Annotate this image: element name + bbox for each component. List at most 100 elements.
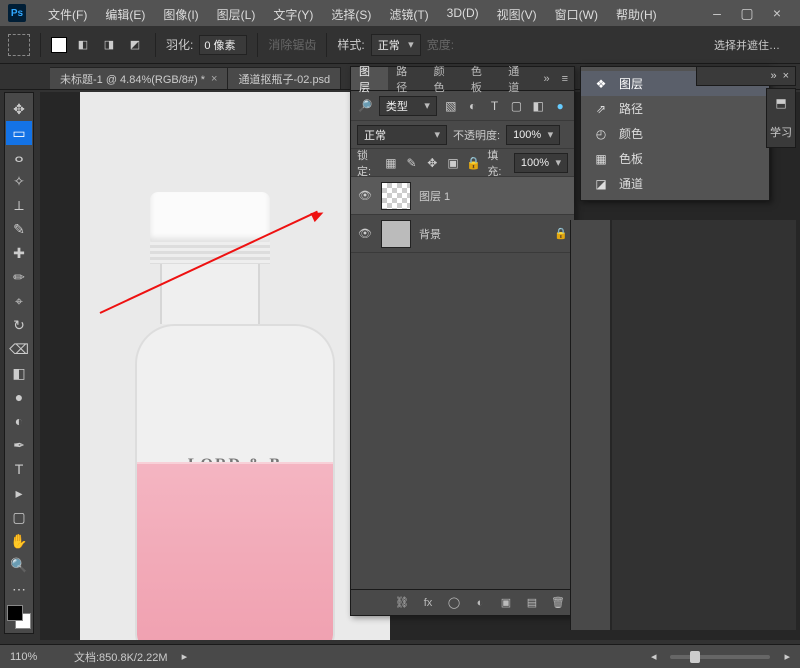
- menu-item-paths[interactable]: ⇗ 路径: [581, 96, 769, 121]
- menu-type[interactable]: 文字(Y): [265, 3, 321, 26]
- layer-thumbnail[interactable]: [381, 182, 411, 210]
- menu-edit[interactable]: 编辑(E): [97, 3, 153, 26]
- filter-smart-icon[interactable]: ◧: [530, 97, 546, 115]
- horizontal-scrollbar[interactable]: [670, 655, 770, 659]
- new-layer-icon[interactable]: ▤: [524, 596, 540, 609]
- delete-layer-icon[interactable]: 🗑: [550, 596, 566, 609]
- lock-image-icon[interactable]: ✎: [404, 154, 419, 172]
- close-icon[interactable]: ×: [211, 73, 217, 85]
- rectangular-marquee-tool-icon[interactable]: ▭: [6, 121, 32, 145]
- scroll-right-icon[interactable]: ▸: [784, 650, 790, 663]
- layer-name[interactable]: 图层 1: [419, 188, 450, 204]
- selection-intersect-icon[interactable]: ◩: [125, 35, 145, 55]
- panel-more-icon[interactable]: »: [537, 67, 555, 90]
- filter-adjustment-icon[interactable]: ◐: [465, 97, 481, 115]
- fill-input[interactable]: 100%: [514, 153, 568, 173]
- tab-layers[interactable]: 图层: [351, 67, 388, 90]
- magic-wand-tool-icon[interactable]: ✧: [6, 169, 32, 193]
- chevron-right-icon[interactable]: ▸: [182, 650, 188, 663]
- eyedropper-tool-icon[interactable]: ✎: [6, 217, 32, 241]
- layer-style-icon[interactable]: fx: [420, 597, 436, 609]
- selection-subtract-icon[interactable]: ◨: [99, 35, 119, 55]
- menu-item-swatches[interactable]: ▦ 色板: [581, 146, 769, 171]
- link-layers-icon[interactable]: ⛓: [394, 596, 410, 609]
- layer-group-icon[interactable]: ▣: [498, 596, 514, 609]
- layer-item-1[interactable]: 👁 图层 1: [351, 177, 574, 215]
- selection-new-icon[interactable]: [51, 37, 67, 53]
- scrollbar-thumb[interactable]: [690, 651, 700, 663]
- document-tab-2[interactable]: 通道抠瓶子-02.psd: [228, 67, 341, 89]
- edit-toolbar-icon[interactable]: ⋯: [6, 577, 32, 601]
- clone-stamp-tool-icon[interactable]: ⌖: [6, 289, 32, 313]
- filter-pixel-icon[interactable]: ▧: [443, 97, 459, 115]
- path-select-tool-icon[interactable]: ▸: [6, 481, 32, 505]
- selection-add-icon[interactable]: ◧: [73, 35, 93, 55]
- menu-image[interactable]: 图像(I): [155, 3, 206, 26]
- filter-shape-icon[interactable]: ▢: [508, 97, 524, 115]
- crop-tool-icon[interactable]: ⟂: [6, 193, 32, 217]
- rectangle-tool-icon[interactable]: ▢: [6, 505, 32, 529]
- scroll-left-icon[interactable]: ◂: [651, 650, 657, 663]
- gradient-tool-icon[interactable]: ◧: [6, 361, 32, 385]
- collapsed-learn-panel[interactable]: ⬒ 学习: [766, 88, 796, 148]
- select-and-mask-button[interactable]: 选择并遮住…: [714, 37, 792, 53]
- doc-info[interactable]: 文档:850.8K/2.22M: [74, 649, 168, 665]
- chevron-icon[interactable]: »: [770, 70, 776, 82]
- blur-tool-icon[interactable]: ●: [6, 385, 32, 409]
- layer-thumbnail[interactable]: [381, 220, 411, 248]
- document-canvas[interactable]: LORD & B SOLUTI BIPHASI 150 ml: [80, 92, 390, 640]
- lock-position-icon[interactable]: ✥: [425, 154, 440, 172]
- menu-3d[interactable]: 3D(D): [439, 3, 487, 26]
- move-tool-icon[interactable]: ✥: [6, 97, 32, 121]
- layer-filter-type-select[interactable]: 类型: [379, 96, 437, 116]
- document-tab-1[interactable]: 未标题-1 @ 4.84%(RGB/8#) * ×: [50, 67, 228, 89]
- tab-paths[interactable]: 路径: [388, 67, 425, 90]
- lock-artboard-icon[interactable]: ▣: [446, 154, 461, 172]
- window-minimize-button[interactable]: ‒: [704, 3, 730, 23]
- visibility-toggle-icon[interactable]: 👁: [357, 189, 373, 202]
- layer-item-background[interactable]: 👁 背景 🔒: [351, 215, 574, 253]
- brush-tool-icon[interactable]: ✏: [6, 265, 32, 289]
- menu-help[interactable]: 帮助(H): [608, 3, 665, 26]
- close-icon[interactable]: ×: [783, 70, 789, 82]
- layer-name[interactable]: 背景: [419, 226, 441, 242]
- feather-input[interactable]: [199, 35, 247, 55]
- style-select[interactable]: 正常: [371, 34, 421, 56]
- menu-item-color[interactable]: ◴ 颜色: [581, 121, 769, 146]
- foreground-background-colors[interactable]: [7, 605, 31, 629]
- dodge-tool-icon[interactable]: ◐: [6, 409, 32, 433]
- filter-type-icon[interactable]: T: [487, 97, 503, 115]
- eraser-tool-icon[interactable]: ⌫: [6, 337, 32, 361]
- menu-file[interactable]: 文件(F): [40, 3, 95, 26]
- window-maximize-button[interactable]: ▢: [734, 3, 760, 23]
- filter-toggle-icon[interactable]: ●: [552, 97, 568, 115]
- history-brush-tool-icon[interactable]: ↻: [6, 313, 32, 337]
- collapsed-panel-header[interactable]: » ×: [696, 66, 796, 86]
- layer-mask-icon[interactable]: ◯: [446, 596, 462, 609]
- hand-tool-icon[interactable]: ✋: [6, 529, 32, 553]
- tab-swatches[interactable]: 色板: [463, 67, 500, 90]
- zoom-tool-icon[interactable]: 🔍: [6, 553, 32, 577]
- menu-select[interactable]: 选择(S): [323, 3, 379, 26]
- menu-layer[interactable]: 图层(L): [209, 3, 264, 26]
- window-close-button[interactable]: ×: [764, 3, 790, 23]
- tab-channels[interactable]: 通道: [500, 67, 537, 90]
- menu-window[interactable]: 窗口(W): [547, 3, 606, 26]
- visibility-toggle-icon[interactable]: 👁: [357, 227, 373, 240]
- menu-item-channels[interactable]: ◪ 通道: [581, 171, 769, 196]
- pen-tool-icon[interactable]: ✒: [6, 433, 32, 457]
- lock-transparency-icon[interactable]: ▦: [384, 154, 399, 172]
- blend-mode-select[interactable]: 正常: [357, 125, 447, 145]
- lock-all-icon[interactable]: 🔒: [466, 154, 481, 172]
- spot-heal-tool-icon[interactable]: ✚: [6, 241, 32, 265]
- menu-filter[interactable]: 滤镜(T): [381, 3, 436, 26]
- foreground-color-swatch[interactable]: [7, 605, 23, 621]
- zoom-level[interactable]: 110%: [10, 651, 60, 663]
- tool-preset-picker[interactable]: [8, 34, 30, 56]
- type-tool-icon[interactable]: T: [6, 457, 32, 481]
- lasso-tool-icon[interactable]: ⴰ: [6, 145, 32, 169]
- search-icon[interactable]: 🔎: [357, 97, 373, 115]
- panel-menu-icon[interactable]: ≡: [556, 67, 574, 90]
- menu-view[interactable]: 视图(V): [489, 3, 545, 26]
- tab-color[interactable]: 颜色: [426, 67, 463, 90]
